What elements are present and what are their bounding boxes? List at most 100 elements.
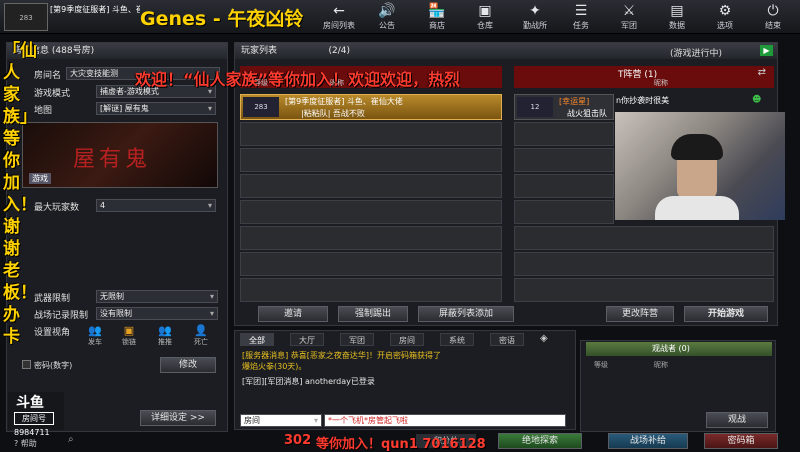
overlay-number: 302 — [284, 433, 312, 448]
chat-tab-whisper[interactable]: 密语 — [490, 333, 524, 346]
view-option-4[interactable]: 👤 死亡 — [190, 324, 212, 347]
map-label: 地图 — [34, 106, 53, 116]
supply-button[interactable]: 战场补给 — [608, 433, 688, 449]
player-slot-empty[interactable] — [514, 252, 774, 276]
modify-button[interactable]: 修改 — [160, 357, 216, 373]
player-slot-2[interactable]: 12 [幸运星] 战火狙击队 — [514, 94, 614, 120]
player-level: 283 — [243, 97, 279, 117]
player-slot-empty[interactable] — [240, 122, 502, 146]
detail-settings-button[interactable]: 详细设定 >> — [140, 410, 216, 426]
status-icon: ☻ — [752, 95, 762, 105]
exit-button[interactable]: ⏻ 结束 — [754, 2, 792, 32]
spectator-col-level: 等级 — [594, 361, 608, 369]
chat-tab-lobby[interactable]: 大厅 — [290, 333, 324, 346]
speaker-icon: 🔊 — [378, 3, 396, 19]
player-level: 12 — [517, 97, 553, 117]
chat-message-1b: 爆焰火拳(30天)。 — [242, 362, 307, 371]
max-players-select[interactable]: 4 — [96, 199, 216, 212]
chat-input[interactable]: *一个飞机*房管起飞啦 — [324, 414, 566, 427]
room-info-header: 房间信息 (488号房) — [7, 43, 227, 59]
chat-channel-select[interactable]: 房间 — [240, 414, 322, 427]
room-badge: [第9季度征服者] 斗鱼、崔仙大佬 — [50, 5, 140, 14]
chat-message-1: [服务器消息] 恭喜[恶家之夜奋达华]！开启密码箱获得了 — [242, 351, 442, 360]
options-button[interactable]: ⚙ 选项 — [706, 2, 744, 32]
player-slot-empty[interactable] — [240, 252, 502, 276]
room-number: 8984711 — [14, 428, 50, 437]
player-slot-empty[interactable] — [514, 148, 614, 172]
room-name-label: 房间名 — [34, 71, 62, 81]
clan-button[interactable]: ⚔ 军团 — [610, 2, 648, 32]
game-status: (游戏进行中) — [670, 49, 723, 59]
team-b-header: T阵营 (1) ⇄ 昵称 — [514, 66, 774, 88]
task-icon: ☰ — [574, 3, 588, 19]
notice-button[interactable]: 🔊 公告 — [368, 2, 406, 32]
record-limit-select[interactable]: 没有限制 — [96, 307, 218, 320]
spectator-header: 观战者 (0) — [586, 342, 772, 356]
emoji-icon[interactable]: ◈ — [540, 333, 548, 344]
password-label: 密码(数字) — [34, 361, 73, 370]
map-select[interactable]: [解谜] 屋有鬼 — [96, 102, 216, 115]
change-team-button[interactable]: 更改阵营 — [606, 306, 674, 322]
chat-tab-system[interactable]: 系统 — [440, 333, 474, 346]
gear-icon: ⚙ — [718, 3, 732, 19]
view-option-2[interactable]: ▣ 锁链 — [118, 324, 140, 347]
player-slot-empty[interactable] — [514, 278, 774, 302]
view-option-3[interactable]: 👥 推推 — [154, 324, 176, 347]
search-icon[interactable]: ⌕ — [68, 434, 74, 445]
player-slot-empty[interactable] — [514, 122, 614, 146]
logo-badge: 283 — [4, 3, 48, 31]
chat-tab-room[interactable]: 房间 — [390, 333, 424, 346]
player-slot-empty[interactable] — [240, 226, 502, 250]
map-title: 屋有鬼 — [73, 147, 152, 172]
shop-button[interactable]: 🏪 商店 — [418, 2, 456, 32]
player-slot-empty[interactable] — [240, 200, 502, 224]
view-label: 设置视角 — [34, 328, 71, 338]
map-preview[interactable]: 屋有鬼 游戏 — [22, 122, 218, 188]
play-icon[interactable]: ▶ — [760, 45, 773, 56]
streamer-hair — [671, 134, 723, 160]
stream-side-text: 「仙人家族」等你加入！谢谢老板！办卡 — [3, 41, 37, 347]
player-slot-1[interactable]: 283 [第9季度征服者] 斗鱼、崔仙大佬 |粘粘队| 吾战不败 — [240, 94, 502, 120]
chart-icon: ▤ — [670, 3, 684, 19]
stream-banner: 欢迎！“仙人家族”等你加入！欢迎欢迎，热烈 — [135, 70, 461, 89]
data-button[interactable]: ▤ 数据 — [658, 2, 696, 32]
shop-icon: 🏪 — [428, 3, 446, 19]
warehouse-button[interactable]: ▣ 仓库 — [466, 2, 504, 32]
block-list-button[interactable]: 屏蔽列表添加 — [418, 306, 514, 322]
chat-tab-all[interactable]: 全部 — [240, 333, 274, 346]
room-info-panel — [6, 42, 228, 432]
room-list-button[interactable]: ← 房间列表 — [320, 2, 358, 32]
streamer-body — [655, 196, 739, 220]
explore-button[interactable]: 绝地探索 — [498, 433, 582, 449]
map-tag: 游戏 — [29, 173, 51, 184]
spectate-button[interactable]: 观战 — [706, 412, 768, 428]
password-checkbox[interactable] — [22, 360, 31, 369]
invite-button[interactable]: 邀请 — [258, 306, 328, 322]
person-icon: 👤 — [194, 324, 208, 337]
webcam-overlay — [615, 112, 785, 220]
weapon-limit-label: 武器限制 — [34, 294, 71, 304]
player-slot-empty[interactable] — [514, 174, 614, 198]
player-slot-empty[interactable] — [240, 278, 502, 302]
player-slot-empty[interactable] — [514, 200, 614, 224]
power-icon: ⏻ — [767, 3, 779, 19]
back-arrow-icon: ← — [333, 3, 345, 19]
player-slot-empty[interactable] — [240, 148, 502, 172]
player-slot-empty[interactable] — [240, 174, 502, 198]
stream-bottom-text: 等你加入！qun1 7016128 — [316, 437, 486, 452]
record-limit-label: 战场记录限制 — [34, 311, 89, 321]
rank-button[interactable]: ✦ 勤战所 — [516, 2, 554, 32]
max-players-label: 最大玩家数 — [34, 203, 80, 213]
weapon-limit-select[interactable]: 无限制 — [96, 290, 218, 303]
start-game-button[interactable]: 开始游戏 — [684, 306, 768, 322]
task-button[interactable]: ☰ 任务 — [562, 2, 600, 32]
help-link[interactable]: ? 帮助 — [14, 438, 37, 449]
people-icon: 👥 — [88, 324, 102, 337]
chat-tab-clan[interactable]: 军团 — [340, 333, 374, 346]
mode-label: 游戏模式 — [34, 89, 71, 99]
view-option-1[interactable]: 👥 发车 — [84, 324, 106, 347]
password-box-button[interactable]: 密码箱 — [704, 433, 778, 449]
close-icon[interactable]: ⇄ — [758, 67, 766, 78]
kick-button[interactable]: 强制踢出 — [338, 306, 408, 322]
player-slot-empty[interactable] — [514, 226, 774, 250]
